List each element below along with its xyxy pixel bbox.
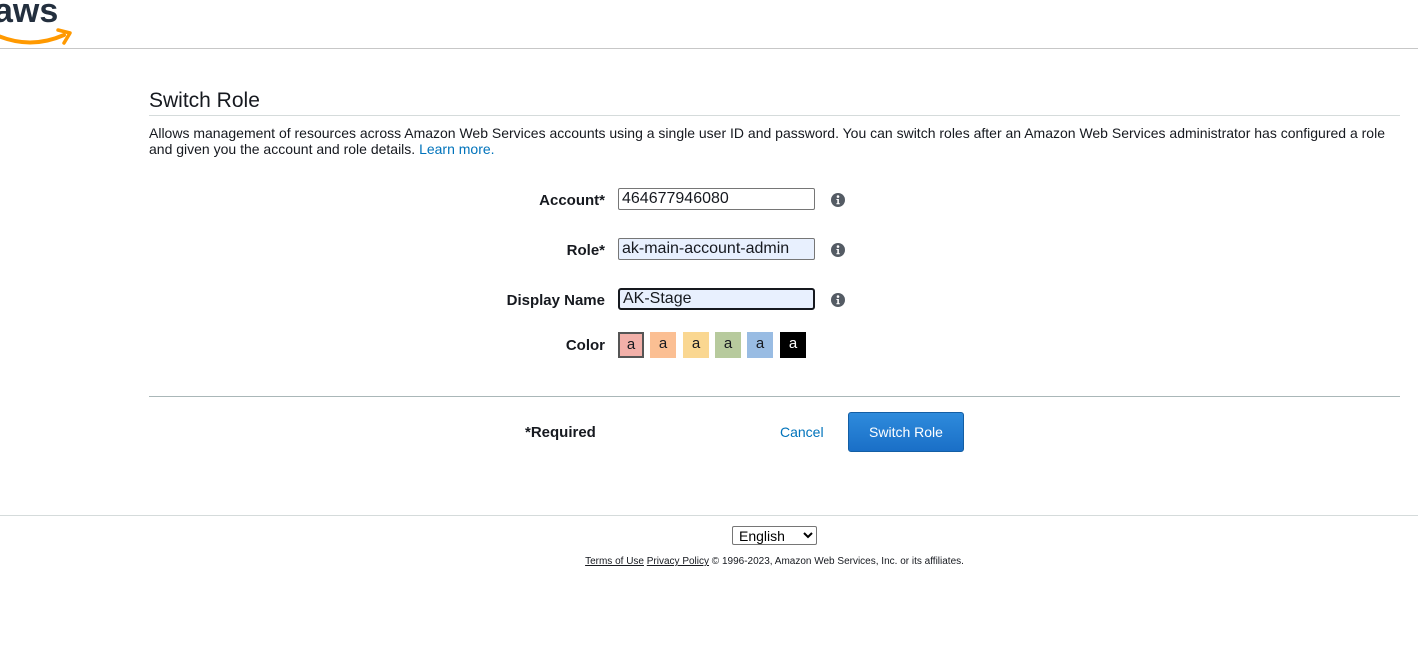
color-swatch-green[interactable]: a [715,332,741,358]
required-note: *Required [525,424,596,441]
page-description: Allows management of resources across Am… [149,125,1401,157]
color-swatch-pink[interactable]: a [618,332,644,358]
color-swatch-yellow[interactable]: a [683,332,709,358]
header-divider [0,48,1418,49]
account-input[interactable] [618,188,815,210]
display-name-row: Display Name [0,288,1418,312]
copyright-text: © 1996-2023, Amazon Web Services, Inc. o… [711,556,964,567]
account-info-icon[interactable] [831,193,845,207]
color-swatch-blue[interactable]: a [747,332,773,358]
switch-role-button[interactable]: Switch Role [848,412,964,452]
display-name-label: Display Name [506,292,605,309]
learn-more-link[interactable]: Learn more. [419,141,494,157]
color-swatch-black[interactable]: a [780,332,806,358]
account-label: Account* [539,192,605,209]
account-row: Account* [0,188,1418,212]
display-name-info-icon[interactable] [831,293,845,307]
footer-legal: Terms of Use Privacy Policy © 1996-2023,… [0,556,1418,567]
role-info-icon[interactable] [831,243,845,257]
privacy-policy-link[interactable]: Privacy Policy [647,556,709,567]
title-divider [149,115,1400,116]
color-label: Color [565,337,605,354]
description-text: Allows management of resources across Am… [149,125,1385,157]
aws-smile-icon [0,33,66,45]
role-input[interactable] [618,238,815,260]
display-name-input[interactable] [618,288,815,310]
role-row: Role* [0,238,1418,262]
page-title: Switch Role [149,89,260,112]
terms-of-use-link[interactable]: Terms of Use [585,556,644,567]
aws-logo[interactable]: aws [0,0,80,48]
form-divider [149,396,1400,397]
color-row: Color [0,333,1418,357]
language-select[interactable]: English [732,526,817,545]
color-swatch-orange[interactable]: a [650,332,676,358]
cancel-link[interactable]: Cancel [780,424,824,440]
role-label: Role* [566,242,605,259]
aws-logo-text: aws [0,0,58,30]
footer-divider [0,515,1418,516]
